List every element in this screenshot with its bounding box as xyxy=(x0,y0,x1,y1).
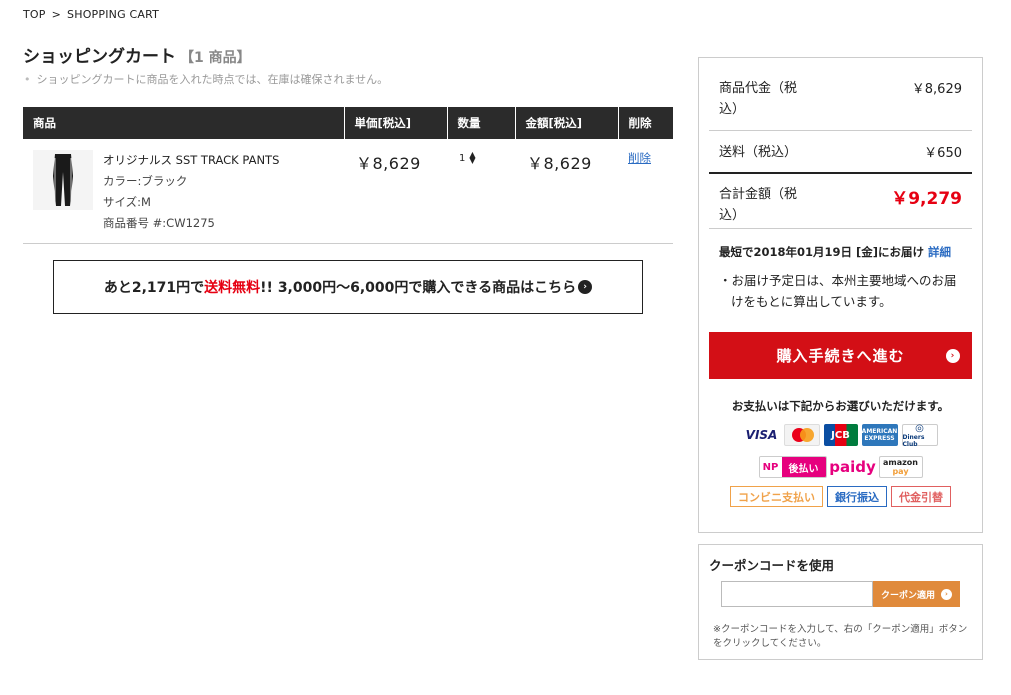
header-product: 商品 xyxy=(23,107,345,139)
coupon-note: ※クーポンコードを入力して、右の「クーポン適用」ボタンをクリックしてください。 xyxy=(713,624,968,649)
arrow-circle-icon: › xyxy=(578,280,593,294)
subtotal-row: 商品代金（税 込） ￥8,629 xyxy=(719,78,962,120)
stock-note: ショッピングカートに商品を入れた時点では、在庫は確保されません。 xyxy=(24,71,389,87)
divider-total xyxy=(709,172,972,174)
amazon-pay-logo: amazon pay xyxy=(878,456,923,478)
cash-on-delivery-tag: 代金引替 xyxy=(891,486,951,507)
divider xyxy=(709,228,972,229)
divider xyxy=(709,130,972,131)
product-name[interactable]: オリジナルス SST TRACK PANTS xyxy=(103,150,279,171)
line-amount: ￥8,629 xyxy=(527,154,592,173)
apply-coupon-button[interactable]: クーポン適用 › xyxy=(873,581,960,607)
product-size: サイズ:M xyxy=(103,195,151,209)
promo-prefix: あと2,171円で xyxy=(103,280,205,296)
promo-suffix: !! 3,000円〜6,000円で購入できる商品はこちら xyxy=(260,280,577,296)
header-delete: 削除 xyxy=(618,107,673,139)
coupon-code-input[interactable] xyxy=(721,581,873,607)
delete-link[interactable]: 削除 xyxy=(618,151,651,165)
visa-logo: VISA xyxy=(745,428,778,442)
arrow-circle-icon: › xyxy=(946,349,960,363)
delivery-estimate: 最短で2018年01月19日 [金]にお届け 詳細 xyxy=(719,245,952,259)
arrow-circle-icon: › xyxy=(941,588,952,600)
header-quantity: 数量 xyxy=(447,107,516,139)
paidy-logo: paidy xyxy=(829,458,876,476)
product-code: 商品番号 #:CW1275 xyxy=(103,216,215,230)
product-color: カラー:ブラック xyxy=(103,174,188,188)
subtotal-label: 商品代金（税 込） xyxy=(719,81,798,117)
delete-cell: 削除 xyxy=(618,139,673,244)
bank-transfer-tag: 銀行振込 xyxy=(827,486,887,507)
page-title-text: ショッピングカート xyxy=(23,47,176,67)
jcb-logo: JCB xyxy=(823,424,858,446)
product-info: オリジナルス SST TRACK PANTS カラー:ブラック サイズ:M 商品… xyxy=(103,150,279,234)
checkout-button[interactable]: 購入手続きへ進む › xyxy=(709,332,972,379)
breadcrumb-current: SHOPPING CART xyxy=(67,8,160,21)
convenience-store-tag: コンビニ支払い xyxy=(730,486,823,507)
delivery-details-link[interactable]: 詳細 xyxy=(928,245,951,259)
header-unit-price: 単価[税込] xyxy=(344,107,448,139)
breadcrumb: TOP > SHOPPING CART xyxy=(23,8,159,21)
total-value: ￥9,279 xyxy=(891,189,962,209)
table-row: オリジナルス SST TRACK PANTS カラー:ブラック サイズ:M 商品… xyxy=(23,139,673,244)
amex-logo: AMERICAN EXPRESS xyxy=(861,424,898,446)
coupon-box: クーポンコードを使用 クーポン適用 › ※クーポンコードを入力して、右の「クーポ… xyxy=(698,544,983,660)
promo-highlight: 送料無料 xyxy=(204,280,261,296)
breadcrumb-separator-icon: > xyxy=(51,8,62,21)
free-shipping-banner[interactable]: あと2,171円で 送料無料 !! 3,000円〜6,000円で購入できる商品は… xyxy=(53,260,643,314)
quantity-cell: 1 ▲ ▼ xyxy=(447,139,515,244)
product-cell: オリジナルス SST TRACK PANTS カラー:ブラック サイズ:M 商品… xyxy=(23,139,344,244)
breadcrumb-top-link[interactable]: TOP xyxy=(23,8,46,21)
shipping-value: ￥650 xyxy=(924,146,962,161)
diners-logo: ◎ Diners Club xyxy=(901,423,938,448)
unit-price: ￥8,629 xyxy=(356,154,421,173)
total-row: 合計金額（税 込） ￥9,279 xyxy=(719,184,962,226)
header-amount: 金額[税込] xyxy=(515,107,619,139)
payment-logos-row-1: VISA JCB AMERICAN EXPRESS ◎ Diners Club xyxy=(699,423,982,448)
coupon-title: クーポンコードを使用 xyxy=(709,558,835,573)
product-image[interactable] xyxy=(33,150,93,210)
shipping-label: 送料（税込） xyxy=(719,145,798,160)
delivery-note: ・お届け予定日は、本州主要地域へのお届けをもとに算出しています。 xyxy=(719,273,957,309)
total-label: 合計金額（税 込） xyxy=(719,187,798,223)
payment-logos-row-2: NP 後払い paidy amazon pay xyxy=(699,456,982,478)
quantity-stepper[interactable]: 1 ▲ ▼ xyxy=(447,151,515,165)
payment-methods-title: お支払いは下記からお選びいただけます。 xyxy=(731,399,950,413)
amount-cell: ￥8,629 xyxy=(515,139,618,244)
shipping-row: 送料（税込） ￥650 xyxy=(719,142,962,163)
cart-table: 商品 単価[税込] 数量 金額[税込] 削除 オリジナルス SST TRACK … xyxy=(23,107,673,244)
subtotal-value: ￥8,629 xyxy=(911,82,962,97)
unit-price-cell: ￥8,629 xyxy=(344,139,447,244)
mastercard-logo xyxy=(783,424,820,446)
stepper-arrows-icon[interactable]: ▲ ▼ xyxy=(469,151,475,165)
payment-tags: コンビニ支払い 銀行振込 代金引替 xyxy=(699,486,982,507)
quantity-value: 1 xyxy=(459,152,466,164)
page-title: ショッピングカート 【1 商品】 xyxy=(23,42,251,67)
item-count-badge: 【1 商品】 xyxy=(180,50,251,66)
order-summary: 商品代金（税 込） ￥8,629 送料（税込） ￥650 合計金額（税 込） ￥… xyxy=(698,57,983,533)
table-header-row: 商品 単価[税込] 数量 金額[税込] 削除 xyxy=(23,107,673,139)
np-atobarai-logo: NP 後払い xyxy=(758,456,827,478)
